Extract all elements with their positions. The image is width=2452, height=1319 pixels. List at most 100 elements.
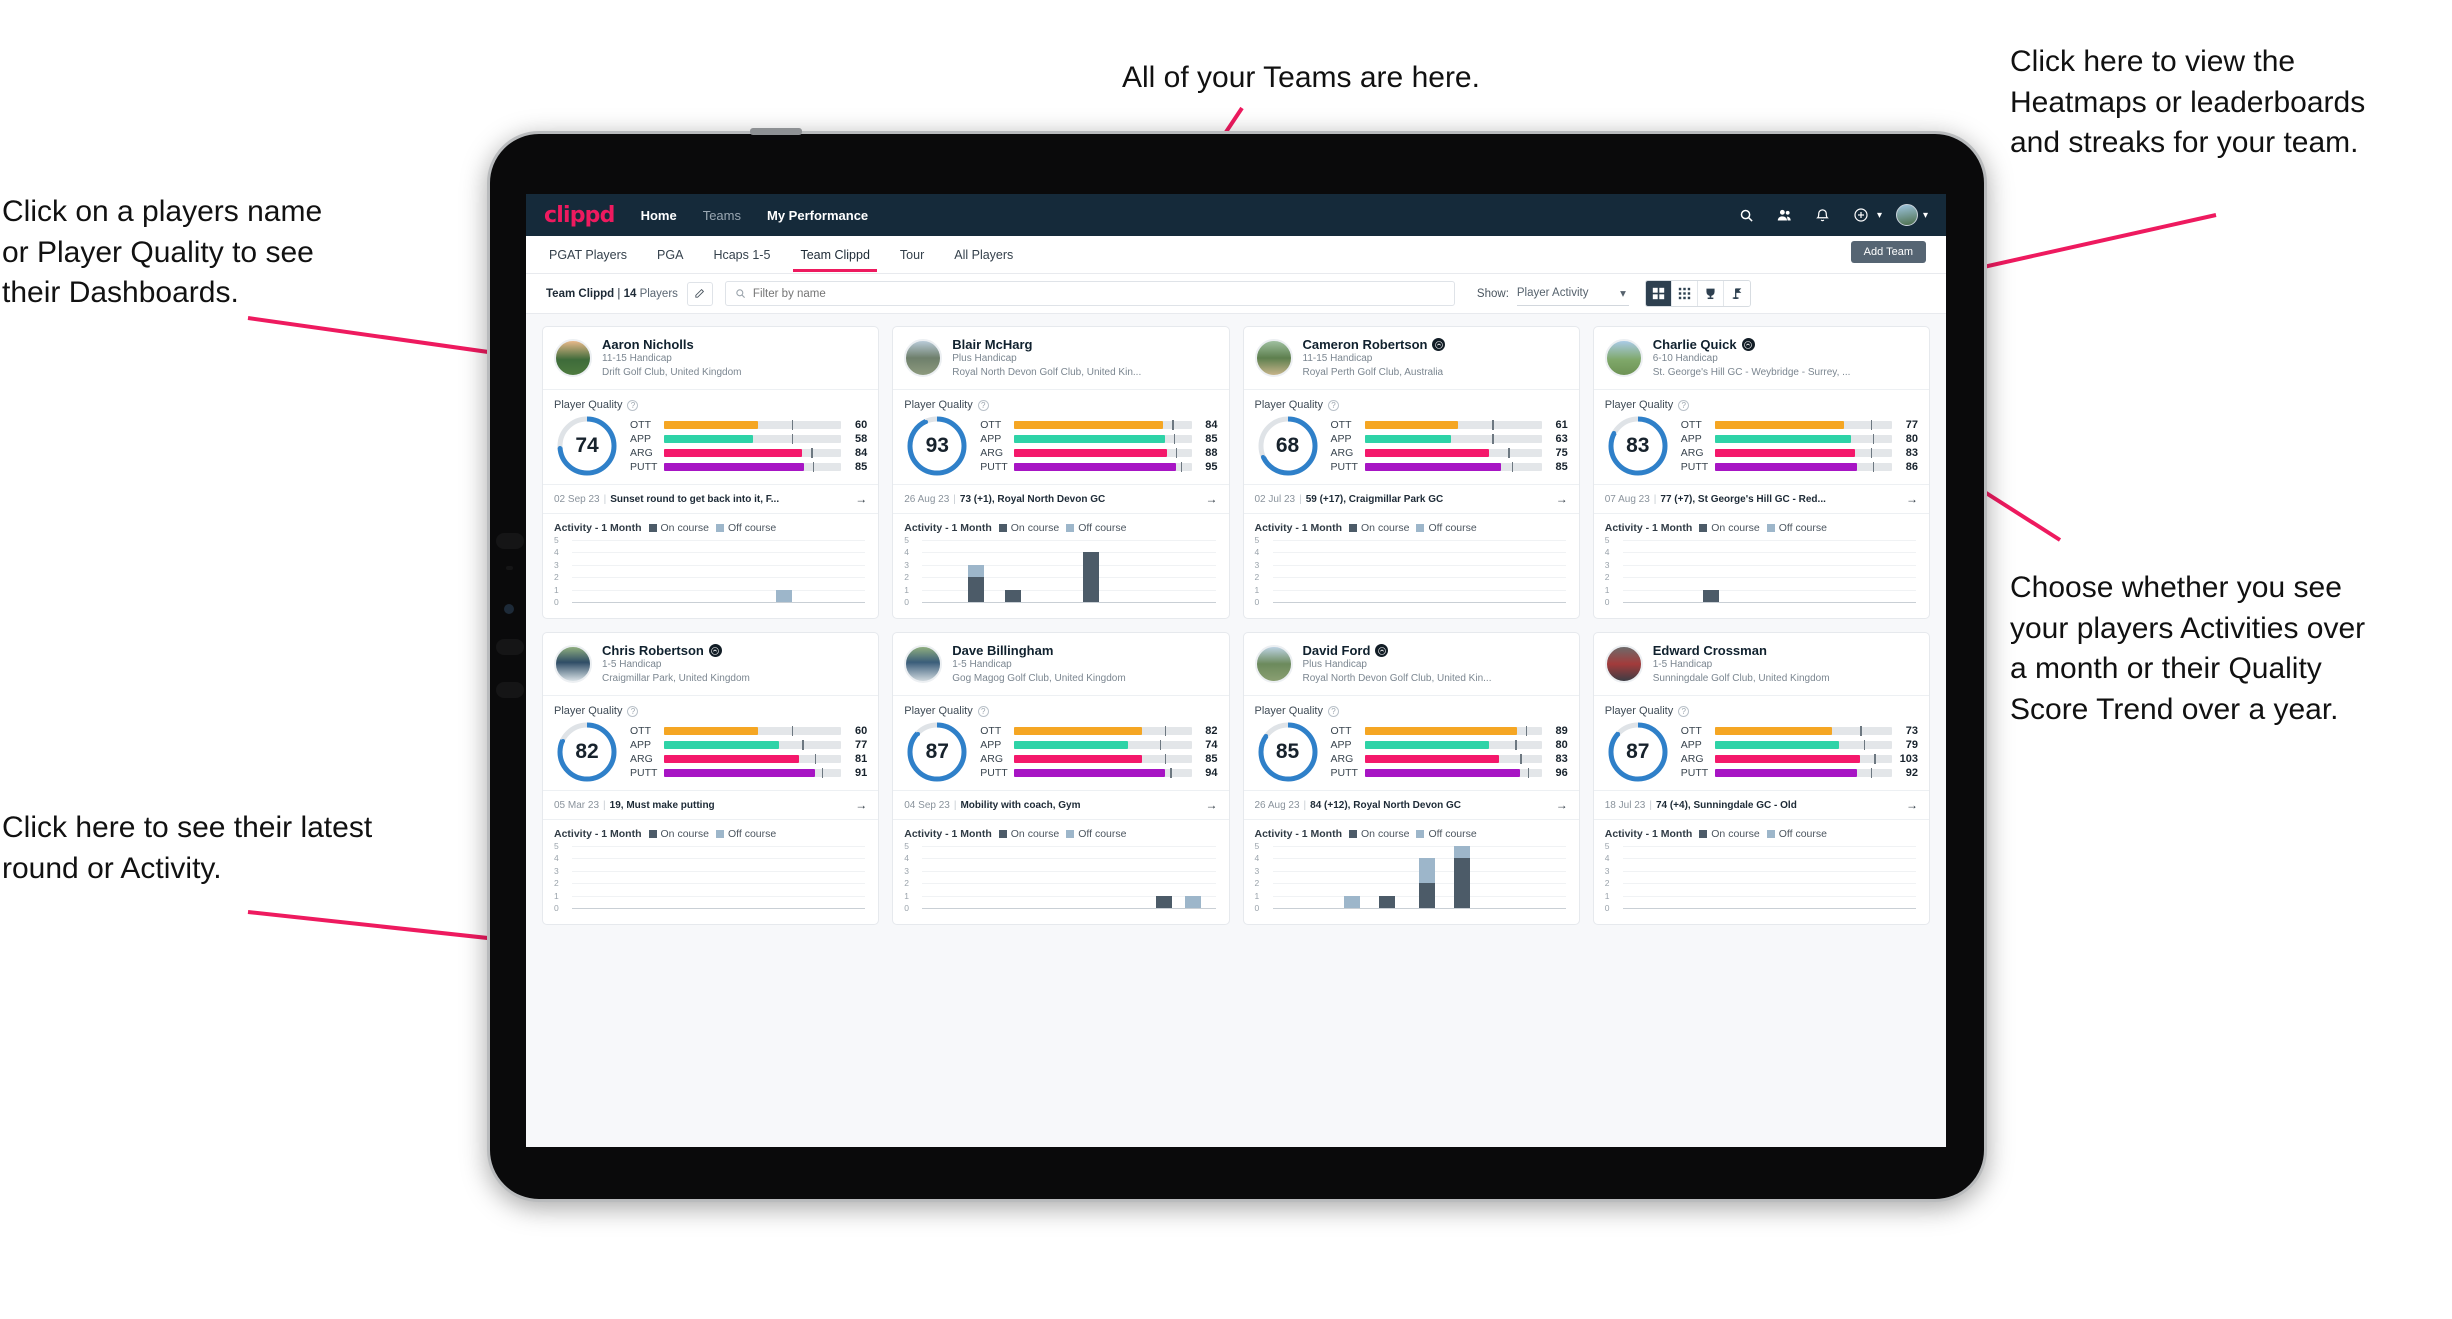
question-mark-icon[interactable]: ? [627,399,639,411]
player-quality-section[interactable]: Player Quality ? 93 OTT 84 APP 85 ARG 88… [893,389,1229,484]
flag-heatmap-view-button[interactable] [1723,281,1750,306]
avatar[interactable] [1604,339,1643,377]
question-mark-icon[interactable]: ? [977,399,989,411]
tab-hcaps-1-5[interactable]: Hcaps 1-5 [710,239,773,271]
avatar[interactable] [904,339,943,377]
player-name[interactable]: Blair McHarg [952,337,1141,352]
arrow-right-icon[interactable]: → [1906,798,1918,812]
metric-value: 61 [1555,419,1568,431]
tab-tour[interactable]: Tour [897,239,927,271]
arrow-right-icon[interactable]: → [1206,492,1218,506]
activity-title: Activity - 1 Month [1254,828,1343,840]
player-quality-section[interactable]: Player Quality ? 74 OTT 60 APP 58 ARG 84… [543,389,879,484]
question-mark-icon[interactable]: ? [1327,399,1339,411]
bell-icon[interactable] [1810,202,1836,228]
search-input-wrapper[interactable] [724,281,1455,306]
nav-item-teams[interactable]: Teams [703,208,741,223]
tab-pgat-players[interactable]: PGAT Players [546,239,630,271]
avatar[interactable] [1254,339,1293,377]
question-mark-icon[interactable]: ? [1678,705,1690,717]
latest-round-row[interactable]: 02 Jul 23 | 59 (+17), Craigmillar Park G… [1243,484,1579,513]
arrow-right-icon[interactable]: → [1906,492,1918,506]
player-card[interactable]: Cameron Robertson 11-15 Handicap Royal P… [1242,326,1580,619]
metric-benchmark-tick [1164,726,1167,736]
arrow-right-icon[interactable]: → [1206,798,1218,812]
latest-round-row[interactable]: 05 Mar 23 | 19, Must make putting → [543,790,879,819]
avatar[interactable] [554,339,592,377]
add-team-button[interactable]: Add Team [1850,241,1926,263]
player-card[interactable]: Aaron Nicholls 11-15 Handicap Drift Golf… [542,326,880,619]
search-icon[interactable] [1734,202,1760,228]
player-card-header[interactable]: Chris Robertson 1-5 Handicap Craigmillar… [543,633,878,695]
y-axis-label: 3 [1604,559,1610,570]
avatar[interactable] [1894,202,1920,228]
player-name[interactable]: Chris Robertson [602,643,750,658]
latest-round-row[interactable]: 02 Sep 23 | Sunset round to get back int… [543,484,879,513]
player-card[interactable]: Dave Billingham 1-5 Handicap Gog Magog G… [892,632,1230,925]
avatar[interactable] [1604,645,1643,683]
player-card[interactable]: Chris Robertson 1-5 Handicap Craigmillar… [542,632,880,925]
tab-pga[interactable]: PGA [654,239,686,271]
player-name[interactable]: Aaron Nicholls [602,337,742,352]
player-card-header[interactable]: Charlie Quick 6-10 Handicap St. George's… [1594,327,1929,389]
latest-round-row[interactable]: 07 Aug 23 | 77 (+7), St George's Hill GC… [1593,484,1929,513]
activity-title: Activity - 1 Month [1604,828,1693,840]
nav-item-home[interactable]: Home [641,208,677,223]
avatar[interactable] [1254,645,1293,683]
player-quality-section[interactable]: Player Quality ? 68 OTT 61 APP 63 ARG 75… [1243,389,1579,484]
x-axis-line [572,602,866,603]
player-card[interactable]: David Ford Plus Handicap Royal North Dev… [1242,632,1580,925]
question-mark-icon[interactable]: ? [977,705,989,717]
plus-chevron-down-icon[interactable]: ▾ [1877,210,1882,221]
player-card[interactable]: Charlie Quick 6-10 Handicap St. George's… [1592,326,1930,619]
nav-item-my-performance[interactable]: My Performance [767,208,868,223]
avatar[interactable] [904,645,943,683]
player-card-header[interactable]: Dave Billingham 1-5 Handicap Gog Magog G… [893,633,1228,695]
latest-round-row[interactable]: 04 Sep 23 | Mobility with coach, Gym → [893,790,1229,819]
player-name[interactable]: Charlie Quick [1653,337,1851,352]
power-button[interactable] [750,128,802,135]
tab-all-players[interactable]: All Players [951,239,1016,271]
grid-large-view-button[interactable] [1645,281,1672,306]
player-quality-section[interactable]: Player Quality ? 83 OTT 77 APP 80 ARG 83… [1593,389,1929,484]
player-quality-section[interactable]: Player Quality ? 82 OTT 60 APP 77 ARG 81… [543,695,879,790]
avatar[interactable] [554,645,592,683]
people-icon[interactable] [1772,202,1798,228]
verified-badge-icon [1375,644,1389,657]
arrow-right-icon[interactable]: → [1556,492,1568,506]
player-card[interactable]: Edward Crossman 1-5 Handicap Sunningdale… [1592,632,1930,925]
arrow-right-icon[interactable]: → [855,798,867,812]
player-name[interactable]: Cameron Robertson [1303,337,1446,352]
show-select[interactable]: Player Activity ▾ [1516,281,1629,306]
player-card-header[interactable]: Blair McHarg Plus Handicap Royal North D… [893,327,1228,389]
plus-circle-icon[interactable] [1848,202,1874,228]
tab-team-clippd[interactable]: Team Clippd [793,239,878,272]
latest-round-row[interactable]: 26 Aug 23 | 84 (+12), Royal North Devon … [1243,790,1579,819]
latest-round-row[interactable]: 26 Aug 23 | 73 (+1), Royal North Devon G… [893,484,1229,513]
player-card-header[interactable]: Aaron Nicholls 11-15 Handicap Drift Golf… [543,327,878,389]
player-name[interactable]: David Ford [1303,643,1492,658]
player-name[interactable]: Dave Billingham [952,643,1125,658]
latest-round-row[interactable]: 18 Jul 23 | 74 (+4), Sunningdale GC - Ol… [1593,790,1929,819]
metric-label: APP [980,433,1002,445]
arrow-right-icon[interactable]: → [855,492,867,506]
question-mark-icon[interactable]: ? [1678,399,1690,411]
pencil-icon[interactable] [686,281,713,306]
player-quality-section[interactable]: Player Quality ? 85 OTT 89 APP 80 ARG 83… [1243,695,1579,790]
question-mark-icon[interactable]: ? [627,705,639,717]
player-card[interactable]: Blair McHarg Plus Handicap Royal North D… [892,326,1230,619]
avatar-chevron-down-icon[interactable]: ▾ [1923,210,1928,221]
player-card-header[interactable]: Edward Crossman 1-5 Handicap Sunningdale… [1594,633,1929,695]
player-card-header[interactable]: Cameron Robertson 11-15 Handicap Royal P… [1244,327,1579,389]
player-quality-section[interactable]: Player Quality ? 87 OTT 73 APP 79 ARG 10… [1593,695,1929,790]
player-card-header[interactable]: David Ford Plus Handicap Royal North Dev… [1244,633,1579,695]
trophy-leaderboard-view-button[interactable] [1697,281,1724,306]
arrow-right-icon[interactable]: → [1556,798,1568,812]
search-input[interactable] [752,287,1445,300]
bar-segment-off-course [1453,846,1470,859]
player-name[interactable]: Edward Crossman [1653,643,1830,658]
grid-small-view-button[interactable] [1671,281,1698,306]
clippd-logo[interactable]: clippd [544,203,615,228]
question-mark-icon[interactable]: ? [1327,705,1339,717]
player-quality-section[interactable]: Player Quality ? 87 OTT 82 APP 74 ARG 85… [893,695,1229,790]
